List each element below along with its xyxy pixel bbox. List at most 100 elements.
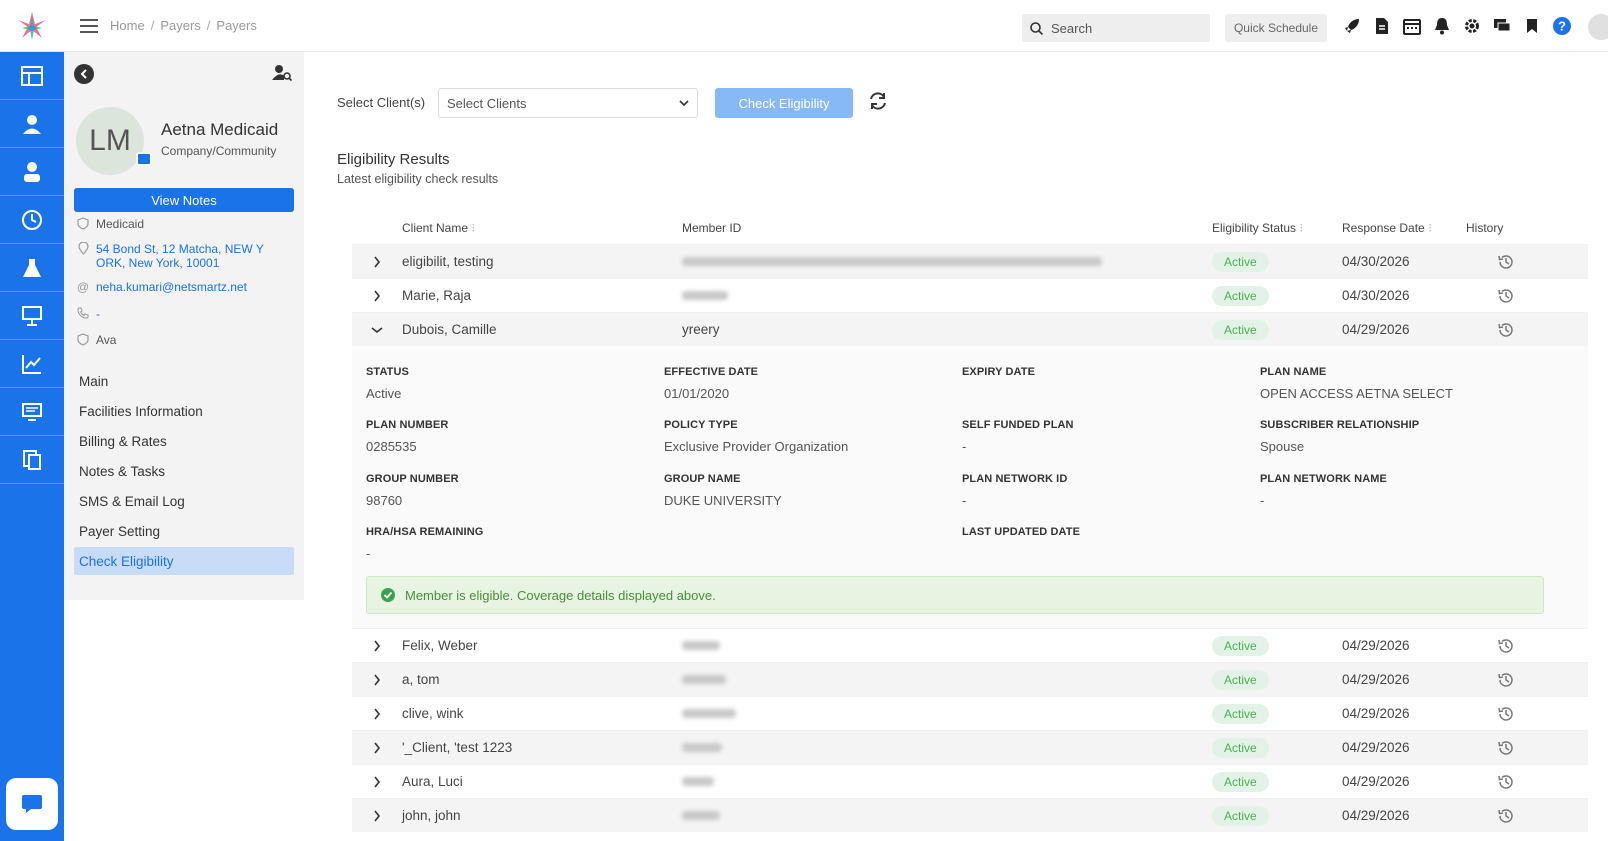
table-row-expanded[interactable]: Dubois, Camille yreery Active 04/29/2026 (352, 312, 1588, 346)
payer-address[interactable]: 54 Bond St, 12 Matcha, NEW Y ORK, New Yo… (96, 242, 286, 270)
chat-icon[interactable] (1492, 14, 1512, 38)
files-icon (23, 449, 41, 470)
eligibility-table: Client Name ⁝ Member ID Eligibility Stat… (352, 212, 1588, 832)
payer-type: Company/Community (161, 144, 277, 158)
document-icon[interactable] (1372, 14, 1392, 38)
eligible-banner: Member is eligible. Coverage details dis… (366, 576, 1544, 614)
response-date: 04/29/2026 (1342, 672, 1410, 687)
eligible-banner-text: Member is eligible. Coverage details dis… (405, 587, 716, 603)
history-icon[interactable] (1466, 739, 1546, 757)
detail-hra-hsa-remaining: HRA/HSA REMAINING - (366, 526, 484, 561)
user-avatar[interactable] (1588, 14, 1608, 40)
rail-presentation[interactable] (0, 292, 64, 340)
history-icon[interactable] (1466, 321, 1546, 339)
member-id-redacted (682, 740, 1212, 755)
payer-email[interactable]: neha.kumari@netsmartz.net (96, 280, 247, 294)
check-eligibility-button[interactable]: Check Eligibility (715, 88, 853, 118)
rail-reports[interactable] (0, 340, 64, 388)
chat-launcher-button[interactable] (6, 778, 58, 830)
member-id-redacted (682, 808, 1212, 823)
table-row[interactable]: eligibilit, testing Active 04/30/2026 (352, 244, 1588, 278)
select-clients-dropdown[interactable]: Select Clients (438, 88, 698, 118)
rail-files[interactable] (0, 436, 64, 484)
shield-icon (76, 217, 90, 231)
refresh-icon[interactable] (867, 91, 889, 114)
breadcrumb-payers[interactable]: Payers (160, 18, 200, 33)
bookmark-icon[interactable] (1522, 14, 1542, 38)
rail-schedule[interactable] (0, 196, 64, 244)
table-row[interactable]: Marie, Raja Active 04/30/2026 (352, 278, 1588, 312)
payer-email-row: @ neha.kumari@netsmartz.net (76, 280, 247, 294)
table-row[interactable]: Felix, Weber Active 04/29/2026 (352, 628, 1588, 662)
client-name: Marie, Raja (402, 288, 472, 303)
nav-main[interactable]: Main (74, 367, 294, 395)
arrow-left-icon (80, 69, 87, 79)
nav-check-eligibility[interactable]: Check Eligibility (74, 547, 294, 575)
bell-icon[interactable] (1432, 14, 1452, 38)
rail-staff[interactable] (0, 148, 64, 196)
collapse-chevron-icon[interactable] (352, 326, 402, 334)
breadcrumb-home[interactable]: Home (110, 18, 145, 33)
col-response-date[interactable]: Response Date ⁝ (1342, 221, 1466, 235)
client-name: Aura, Luci (402, 774, 463, 789)
col-history: History (1466, 221, 1504, 235)
expand-chevron-icon[interactable] (352, 810, 402, 822)
quick-schedule-button[interactable]: Quick Schedule (1225, 14, 1327, 42)
response-date: 04/29/2026 (1342, 706, 1410, 721)
nav-notes-tasks[interactable]: Notes & Tasks (74, 457, 294, 485)
history-icon[interactable] (1466, 671, 1546, 689)
table-row[interactable]: Aura, Luci Active 04/29/2026 (352, 764, 1588, 798)
rail-clients[interactable] (0, 100, 64, 148)
col-client-name[interactable]: Client Name ⁝ (402, 221, 682, 235)
detail-last-updated-date: LAST UPDATED DATE (962, 526, 1081, 538)
expand-chevron-icon[interactable] (352, 776, 402, 788)
history-icon[interactable] (1466, 773, 1546, 791)
table-row[interactable]: a, tom Active 04/29/2026 (352, 662, 1588, 696)
status-badge: Active (1212, 703, 1269, 724)
expand-chevron-icon[interactable] (352, 674, 402, 686)
nav-sms-email-log[interactable]: SMS & Email Log (74, 487, 294, 515)
status-badge: Active (1212, 635, 1269, 656)
status-badge: Active (1212, 319, 1269, 340)
table-row[interactable]: clive, wink Active 04/29/2026 (352, 696, 1588, 730)
expand-chevron-icon[interactable] (352, 290, 402, 302)
history-icon[interactable] (1466, 287, 1546, 305)
expand-chevron-icon[interactable] (352, 640, 402, 652)
nav-facilities-information[interactable]: Facilities Information (74, 397, 294, 425)
expand-chevron-icon[interactable] (352, 708, 402, 720)
calendar-icon[interactable] (1402, 14, 1422, 38)
view-notes-button[interactable]: View Notes (74, 188, 294, 212)
status-badge: Active (1212, 737, 1269, 758)
camera-icon[interactable] (136, 152, 152, 166)
table-row[interactable]: john, john Active 04/29/2026 (352, 798, 1588, 832)
rocket-icon[interactable] (1342, 14, 1362, 38)
history-icon[interactable] (1466, 705, 1546, 723)
user-search-icon[interactable] (272, 64, 293, 85)
client-name: clive, wink (402, 706, 464, 721)
global-search[interactable]: Search (1022, 14, 1210, 42)
detail-group-name: GROUP NAME DUKE UNIVERSITY (664, 473, 782, 508)
history-icon[interactable] (1466, 253, 1546, 271)
history-icon[interactable] (1466, 807, 1546, 825)
client-name: Dubois, Camille (402, 322, 497, 337)
menu-icon[interactable] (80, 18, 98, 33)
gear-icon[interactable] (1462, 14, 1482, 38)
help-icon[interactable]: ? (1552, 14, 1572, 38)
col-eligibility-status[interactable]: Eligibility Status ⁝ (1212, 221, 1342, 235)
detail-expiry-date: EXPIRY DATE (962, 366, 1036, 378)
rail-dashboard[interactable] (0, 52, 64, 100)
table-header: Client Name ⁝ Member ID Eligibility Stat… (352, 212, 1588, 244)
expand-chevron-icon[interactable] (352, 256, 402, 268)
main-content: Select Client(s) Select Clients Check El… (304, 52, 1608, 841)
rail-monitor[interactable] (0, 388, 64, 436)
rail-lab[interactable] (0, 244, 64, 292)
table-row[interactable]: '_Client, 'test 1223 Active 04/29/2026 (352, 730, 1588, 764)
nav-billing-rates[interactable]: Billing & Rates (74, 427, 294, 455)
staff-icon (24, 161, 40, 182)
history-icon[interactable] (1466, 637, 1546, 655)
member-id: yreery (682, 322, 720, 337)
nav-payer-setting[interactable]: Payer Setting (74, 517, 294, 545)
expand-chevron-icon[interactable] (352, 742, 402, 754)
app-logo[interactable] (0, 0, 64, 52)
back-button[interactable] (74, 64, 94, 84)
